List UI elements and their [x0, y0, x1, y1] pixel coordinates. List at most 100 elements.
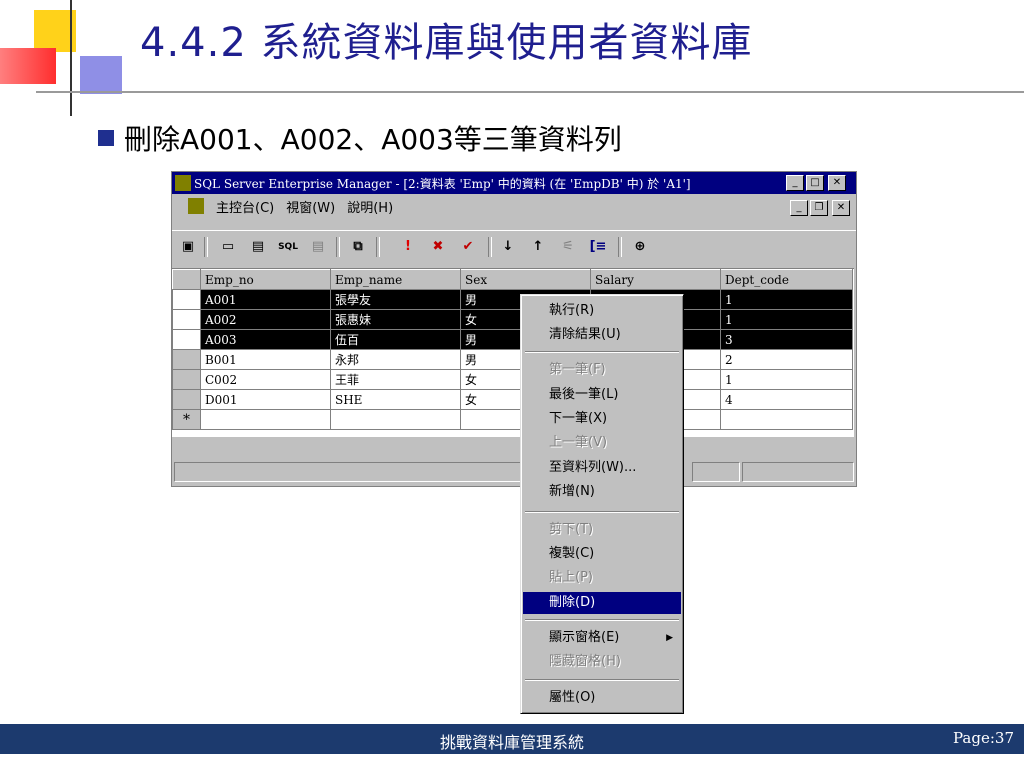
cell-dept-code[interactable]: 1	[720, 289, 853, 310]
maximize-button[interactable]: □	[806, 175, 824, 191]
toolbar-separator	[618, 237, 622, 257]
menu-item-delete[interactable]: 刪除(D)	[523, 592, 681, 614]
column-header[interactable]: Emp_name	[330, 269, 461, 290]
row-selector[interactable]	[172, 389, 201, 410]
cell-emp-name[interactable]: 王菲	[330, 369, 461, 390]
menu-item-show-panes-label: 顯示窗格(E)	[549, 630, 620, 645]
close-button[interactable]: ✕	[828, 175, 846, 191]
toolbar: ▣ ▭ ▤ SQL ▤ ⧉ ! ✖ ✔ ↓ ↑ ⚟ [≡ ⊕	[172, 230, 856, 263]
menu-item-last-row[interactable]: 最後一筆(L)	[523, 384, 681, 406]
menu-item-previous-row[interactable]: 上一筆(V)	[523, 432, 681, 454]
results-pane-icon[interactable]: ▤	[308, 237, 328, 257]
cell-emp-no[interactable]: D001	[200, 389, 331, 410]
menu-item-copy[interactable]: 複製(C)	[523, 543, 681, 565]
add-table-icon[interactable]: ⊕	[630, 237, 650, 257]
table-row[interactable]: B001 永邦 男 2	[172, 349, 853, 370]
remove-filter-icon[interactable]: ⚟	[558, 237, 578, 257]
submenu-arrow-icon: ▶	[666, 633, 673, 643]
minimize-button[interactable]: _	[786, 175, 804, 191]
menu-item-cut[interactable]: 剪下(T)	[523, 519, 681, 541]
sort-ascending-icon[interactable]: ↓	[498, 237, 518, 257]
window-title: SQL Server Enterprise Manager - [2:資料表 '…	[194, 176, 691, 191]
cell-emp-no[interactable]: A002	[200, 309, 331, 330]
column-header[interactable]: Salary	[590, 269, 721, 290]
menu-item-hide-panes[interactable]: 隱藏窗格(H)	[523, 651, 681, 673]
grid-pane-icon[interactable]: ▤	[248, 237, 268, 257]
menubar: 主控台(C) 視窗(W) 說明(H)	[172, 195, 856, 217]
row-selector[interactable]	[172, 329, 201, 350]
cell-dept-code[interactable]: 4	[720, 389, 853, 410]
cell-dept-code[interactable]: 1	[720, 309, 853, 330]
menu-separator	[525, 619, 679, 621]
table-row[interactable]: C002 王菲 女 1	[172, 369, 853, 390]
new-cell[interactable]	[330, 409, 461, 430]
toolbar-separator	[336, 237, 340, 257]
new-cell[interactable]	[200, 409, 331, 430]
properties-icon[interactable]: ▣	[178, 237, 198, 257]
menu-item-show-panes[interactable]: 顯示窗格(E) ▶	[523, 627, 681, 649]
menu-console[interactable]: 主控台(C)	[216, 197, 274, 216]
grid-corner[interactable]	[172, 269, 201, 290]
sql-pane-icon[interactable]: SQL	[278, 237, 298, 257]
menu-item-execute[interactable]: 執行(R)	[523, 300, 681, 322]
child-minimize-button[interactable]: _	[790, 200, 808, 216]
column-header[interactable]: Dept_code	[720, 269, 853, 290]
new-cell[interactable]	[720, 409, 853, 430]
menu-item-new[interactable]: 新增(N)	[523, 481, 681, 503]
status-panel	[174, 462, 522, 482]
group-by-icon[interactable]: [≡	[588, 237, 608, 257]
menu-item-clear-results[interactable]: 清除結果(U)	[523, 324, 681, 346]
cell-dept-code[interactable]: 2	[720, 349, 853, 370]
cell-emp-name[interactable]: SHE	[330, 389, 461, 410]
table-row[interactable]: A001 張學友 男 1	[172, 289, 853, 310]
window-titlebar[interactable]: SQL Server Enterprise Manager - [2:資料表 '…	[172, 172, 856, 194]
cell-emp-name[interactable]: 伍百	[330, 329, 461, 350]
child-close-button[interactable]: ✕	[832, 200, 850, 216]
new-row-marker[interactable]: *	[172, 409, 201, 430]
diagram-pane-icon[interactable]: ▭	[218, 237, 238, 257]
cancel-query-icon[interactable]: ✖	[428, 237, 448, 257]
child-restore-button[interactable]: ❐	[810, 200, 828, 216]
new-row[interactable]: *	[172, 409, 853, 430]
cell-emp-no[interactable]: C002	[200, 369, 331, 390]
menu-item-paste[interactable]: 貼上(P)	[523, 567, 681, 589]
run-icon[interactable]: !	[398, 237, 418, 257]
grid-header-row: Emp_no Emp_name Sex Salary Dept_code	[172, 269, 853, 290]
verify-sql-icon[interactable]: ✔	[458, 237, 478, 257]
menu-item-first-row[interactable]: 第一筆(F)	[523, 359, 681, 381]
row-selector[interactable]	[172, 369, 201, 390]
menu-window[interactable]: 視窗(W)	[286, 197, 335, 216]
row-selector[interactable]	[172, 289, 201, 310]
cell-emp-no[interactable]: B001	[200, 349, 331, 370]
change-query-type-icon[interactable]: ⧉	[348, 237, 368, 257]
cell-emp-no[interactable]: A001	[200, 289, 331, 310]
table-row[interactable]: A002 張惠妹 女 1	[172, 309, 853, 330]
cell-emp-name[interactable]: 永邦	[330, 349, 461, 370]
cell-dept-code[interactable]: 3	[720, 329, 853, 350]
table-row[interactable]: D001 SHE 女 4	[172, 389, 853, 410]
context-menu: 執行(R) 清除結果(U) 第一筆(F) 最後一筆(L) 下一筆(X) 上一筆(…	[520, 294, 684, 714]
page-number: Page:37	[953, 729, 1014, 747]
column-header[interactable]: Sex	[460, 269, 591, 290]
menu-item-go-to-row[interactable]: 至資料列(W)...	[523, 457, 681, 479]
menu-help[interactable]: 說明(H)	[347, 197, 393, 216]
menu-separator	[525, 351, 679, 353]
menu-item-next-row[interactable]: 下一筆(X)	[523, 408, 681, 430]
mdi-app-icon[interactable]	[188, 198, 204, 214]
enterprise-manager-window: SQL Server Enterprise Manager - [2:資料表 '…	[171, 171, 857, 487]
toolbar-separator	[488, 237, 492, 257]
cell-emp-name[interactable]: 張學友	[330, 289, 461, 310]
cell-emp-no[interactable]: A003	[200, 329, 331, 350]
row-selector[interactable]	[172, 349, 201, 370]
sort-descending-icon[interactable]: ↑	[528, 237, 548, 257]
menu-separator	[525, 511, 679, 513]
slide-title: 4.4.2 系統資料庫與使用者資料庫	[140, 20, 753, 66]
row-selector[interactable]	[172, 309, 201, 330]
status-panel	[692, 462, 740, 482]
cell-emp-name[interactable]: 張惠妹	[330, 309, 461, 330]
column-header[interactable]: Emp_no	[200, 269, 331, 290]
menu-item-properties[interactable]: 屬性(O)	[523, 687, 681, 709]
title-divider	[36, 91, 1024, 93]
table-row[interactable]: A003 伍百 男 3	[172, 329, 853, 350]
cell-dept-code[interactable]: 1	[720, 369, 853, 390]
